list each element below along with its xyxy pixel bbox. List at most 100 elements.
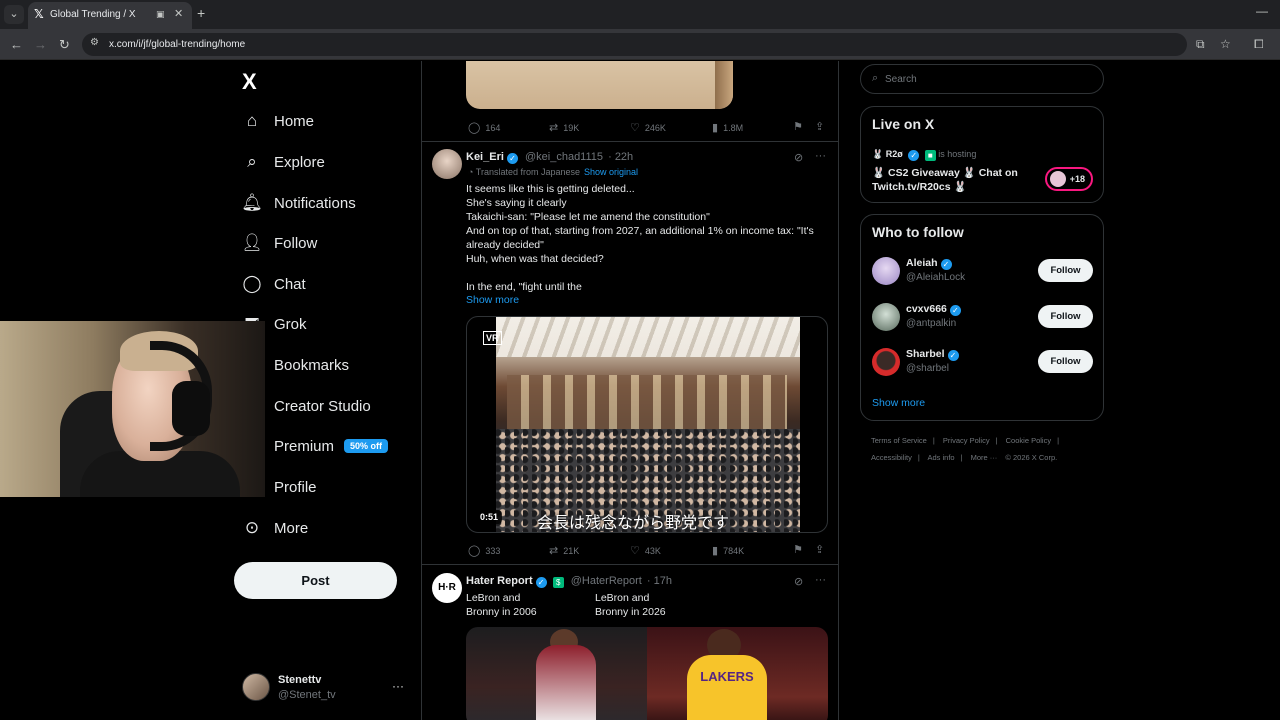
repost-icon: ⇄ xyxy=(549,545,559,557)
browser-tab[interactable]: 𝕏 Global Trending / X ▣ ✕ xyxy=(28,2,192,29)
more-dots-icon[interactable]: ··· xyxy=(815,150,826,162)
like-button[interactable]: ♡ 43K xyxy=(630,544,661,557)
nav-label: Home xyxy=(274,112,315,130)
follow-button[interactable]: Follow xyxy=(1038,350,1093,373)
share-icon[interactable]: ⇪ xyxy=(815,120,824,133)
x-logo-icon[interactable]: X xyxy=(242,69,257,95)
follow-suggestion[interactable]: cvxv666 ✓ @antpalkin Follow xyxy=(872,301,1094,333)
like-button[interactable]: ♡ 246K xyxy=(630,121,666,134)
forward-button[interactable]: → xyxy=(34,37,47,52)
tweet-author-handle[interactable]: @HaterReport xyxy=(571,575,642,587)
views-button[interactable]: ▮ 784K xyxy=(712,544,744,557)
verified-badge-icon: ✓ xyxy=(908,150,920,161)
video-watermark-icon: VR xyxy=(483,331,502,345)
nav-item-follow[interactable]: 👤︎ Follow xyxy=(240,228,317,258)
tweet-text-column-1: LeBron and Bronny in 2006 xyxy=(466,592,537,618)
share-icon[interactable]: ⇪ xyxy=(815,543,824,556)
repost-icon: ⇄ xyxy=(549,122,559,134)
show-more-link[interactable]: Show more xyxy=(872,397,925,409)
tweet-video-player[interactable]: VR 会長は残念ながら野党です 0:51 xyxy=(466,316,828,533)
avatar[interactable]: H·R xyxy=(432,573,462,603)
nav-item-more[interactable]: ⊙ More xyxy=(240,513,308,543)
tweet-text-column-2: LeBron and Bronny in 2026 xyxy=(595,592,666,618)
tweet-text[interactable]: It seems like this is getting deleted...… xyxy=(466,182,830,294)
grok-analyze-icon[interactable]: ⊘ xyxy=(794,575,803,588)
x-favicon-icon: 𝕏 xyxy=(34,7,44,21)
follow-button[interactable]: Follow xyxy=(1038,305,1093,328)
follow-suggestion[interactable]: Sharbel ✓ @sharbel Follow xyxy=(872,346,1094,378)
tweet-timestamp[interactable]: · 17h xyxy=(647,575,672,587)
avatar xyxy=(872,348,900,376)
divider xyxy=(422,141,838,142)
nav-item-chat[interactable]: ◯ Chat xyxy=(240,269,305,299)
views-button[interactable]: ▮ 1.8M xyxy=(712,121,743,134)
terms-link[interactable]: Terms of Service xyxy=(871,436,927,445)
nav-label: Explore xyxy=(274,153,325,171)
bookmark-icon[interactable]: ⚑ xyxy=(793,120,803,133)
tweet-author-name[interactable]: Kei_Eri xyxy=(466,151,504,163)
separator: | xyxy=(995,436,998,445)
nav-item-explore[interactable]: ⌕ Explore xyxy=(240,147,325,177)
address-bar[interactable]: ⚙ x.com/i/jf/global-trending/home ⧉ ☆ xyxy=(82,33,1231,56)
bookmark-star-icon[interactable]: ☆ xyxy=(1220,37,1231,51)
bell-icon: 🔔︎ xyxy=(241,193,263,212)
tweet-author-handle[interactable]: @kei_chad1115 xyxy=(525,151,603,163)
suggestion-name: cvxv666 ✓ xyxy=(906,303,961,316)
new-tab-button[interactable]: + xyxy=(197,5,205,21)
back-button[interactable]: ← xyxy=(10,37,23,52)
follow-suggestion[interactable]: Aleiah ✓ @AleiahLock Follow xyxy=(872,255,1094,287)
avatar[interactable] xyxy=(432,149,462,179)
minimize-window-button[interactable]: — xyxy=(1256,4,1268,18)
headset-earcup xyxy=(172,381,210,436)
avatar xyxy=(872,303,900,331)
bookmark-icon[interactable]: ⚑ xyxy=(793,543,803,556)
more-dots-icon[interactable]: ··· xyxy=(815,574,826,586)
install-app-icon[interactable]: ⧉ xyxy=(1196,37,1205,52)
timeline-feed: ◯ 164 ⇄ 19K ♡ 246K ▮ 1.8M ⚑ ⇪ Kei_Eri ✓ @kei_… xyxy=(421,61,839,720)
live-listeners-badge[interactable]: +18 xyxy=(1045,167,1093,191)
follow-button[interactable]: Follow xyxy=(1038,259,1093,282)
tweet-image[interactable] xyxy=(466,61,733,109)
reply-button[interactable]: ◯ 164 xyxy=(468,121,500,134)
avatar xyxy=(242,673,270,701)
nav-label: Creator Studio xyxy=(274,397,371,415)
tweet-author-name[interactable]: Hater Report xyxy=(466,575,533,587)
tweet-timestamp[interactable]: · 22h xyxy=(608,151,633,163)
reply-button[interactable]: ◯ 333 xyxy=(468,544,500,557)
more-link[interactable]: More ··· xyxy=(971,453,998,462)
view-count: 1.8M xyxy=(723,122,744,133)
tweet-image[interactable]: LAKERS xyxy=(466,627,828,720)
ads-info-link[interactable]: Ads info xyxy=(927,453,954,462)
nav-item-notifications[interactable]: 🔔︎ Notifications xyxy=(240,188,356,218)
account-switcher[interactable]: Stenettv @Stenet_tv ··· xyxy=(242,673,410,705)
repost-button[interactable]: ⇄ 21K xyxy=(549,544,579,557)
host-name: R2ø xyxy=(885,149,903,159)
reload-button[interactable]: ↻ xyxy=(59,37,70,53)
tab-close-icon[interactable]: ✕ xyxy=(174,7,183,20)
translation-notice: ◔ Translated from Japanese Show original xyxy=(468,167,638,177)
nav-item-home[interactable]: ⌂ Home xyxy=(240,106,314,136)
nav-label: Premium xyxy=(274,437,335,455)
tab-search-button[interactable]: ⌄ xyxy=(4,5,24,24)
post-button[interactable]: Post xyxy=(234,562,397,599)
browser-tabbar: ⌄ 𝕏 Global Trending / X ▣ ✕ + — xyxy=(0,0,1280,29)
privacy-link[interactable]: Privacy Policy xyxy=(943,436,990,445)
search-input[interactable]: ⌕ Search xyxy=(860,64,1104,94)
show-original-link[interactable]: Show original xyxy=(584,167,638,177)
repost-count: 19K xyxy=(563,122,580,133)
media-playing-icon[interactable]: ▣ xyxy=(156,9,165,20)
grok-analyze-icon[interactable]: ⊘ xyxy=(794,151,803,164)
live-host[interactable]: 🐰 R2ø ✓ ■ is hosting xyxy=(872,149,976,161)
more-dots-icon[interactable]: ··· xyxy=(392,679,404,693)
repost-button[interactable]: ⇄ 19K xyxy=(549,121,579,134)
heart-icon: ♡ xyxy=(630,545,640,557)
live-stream-title[interactable]: 🐰 CS2 Giveaway 🐰 Chat on Twitch.tv/R20cs… xyxy=(872,166,1042,194)
cookie-link[interactable]: Cookie Policy xyxy=(1006,436,1051,445)
home-icon: ⌂ xyxy=(246,111,258,130)
extensions-icon[interactable]: ⧠ xyxy=(1254,37,1264,52)
site-info-icon[interactable]: ⚙ xyxy=(90,37,99,48)
url-text[interactable]: x.com/i/jf/global-trending/home xyxy=(109,39,245,50)
show-more-link[interactable]: Show more xyxy=(466,294,519,306)
host-avatar-icon: 🐰 xyxy=(872,149,884,159)
accessibility-link[interactable]: Accessibility xyxy=(871,453,912,462)
